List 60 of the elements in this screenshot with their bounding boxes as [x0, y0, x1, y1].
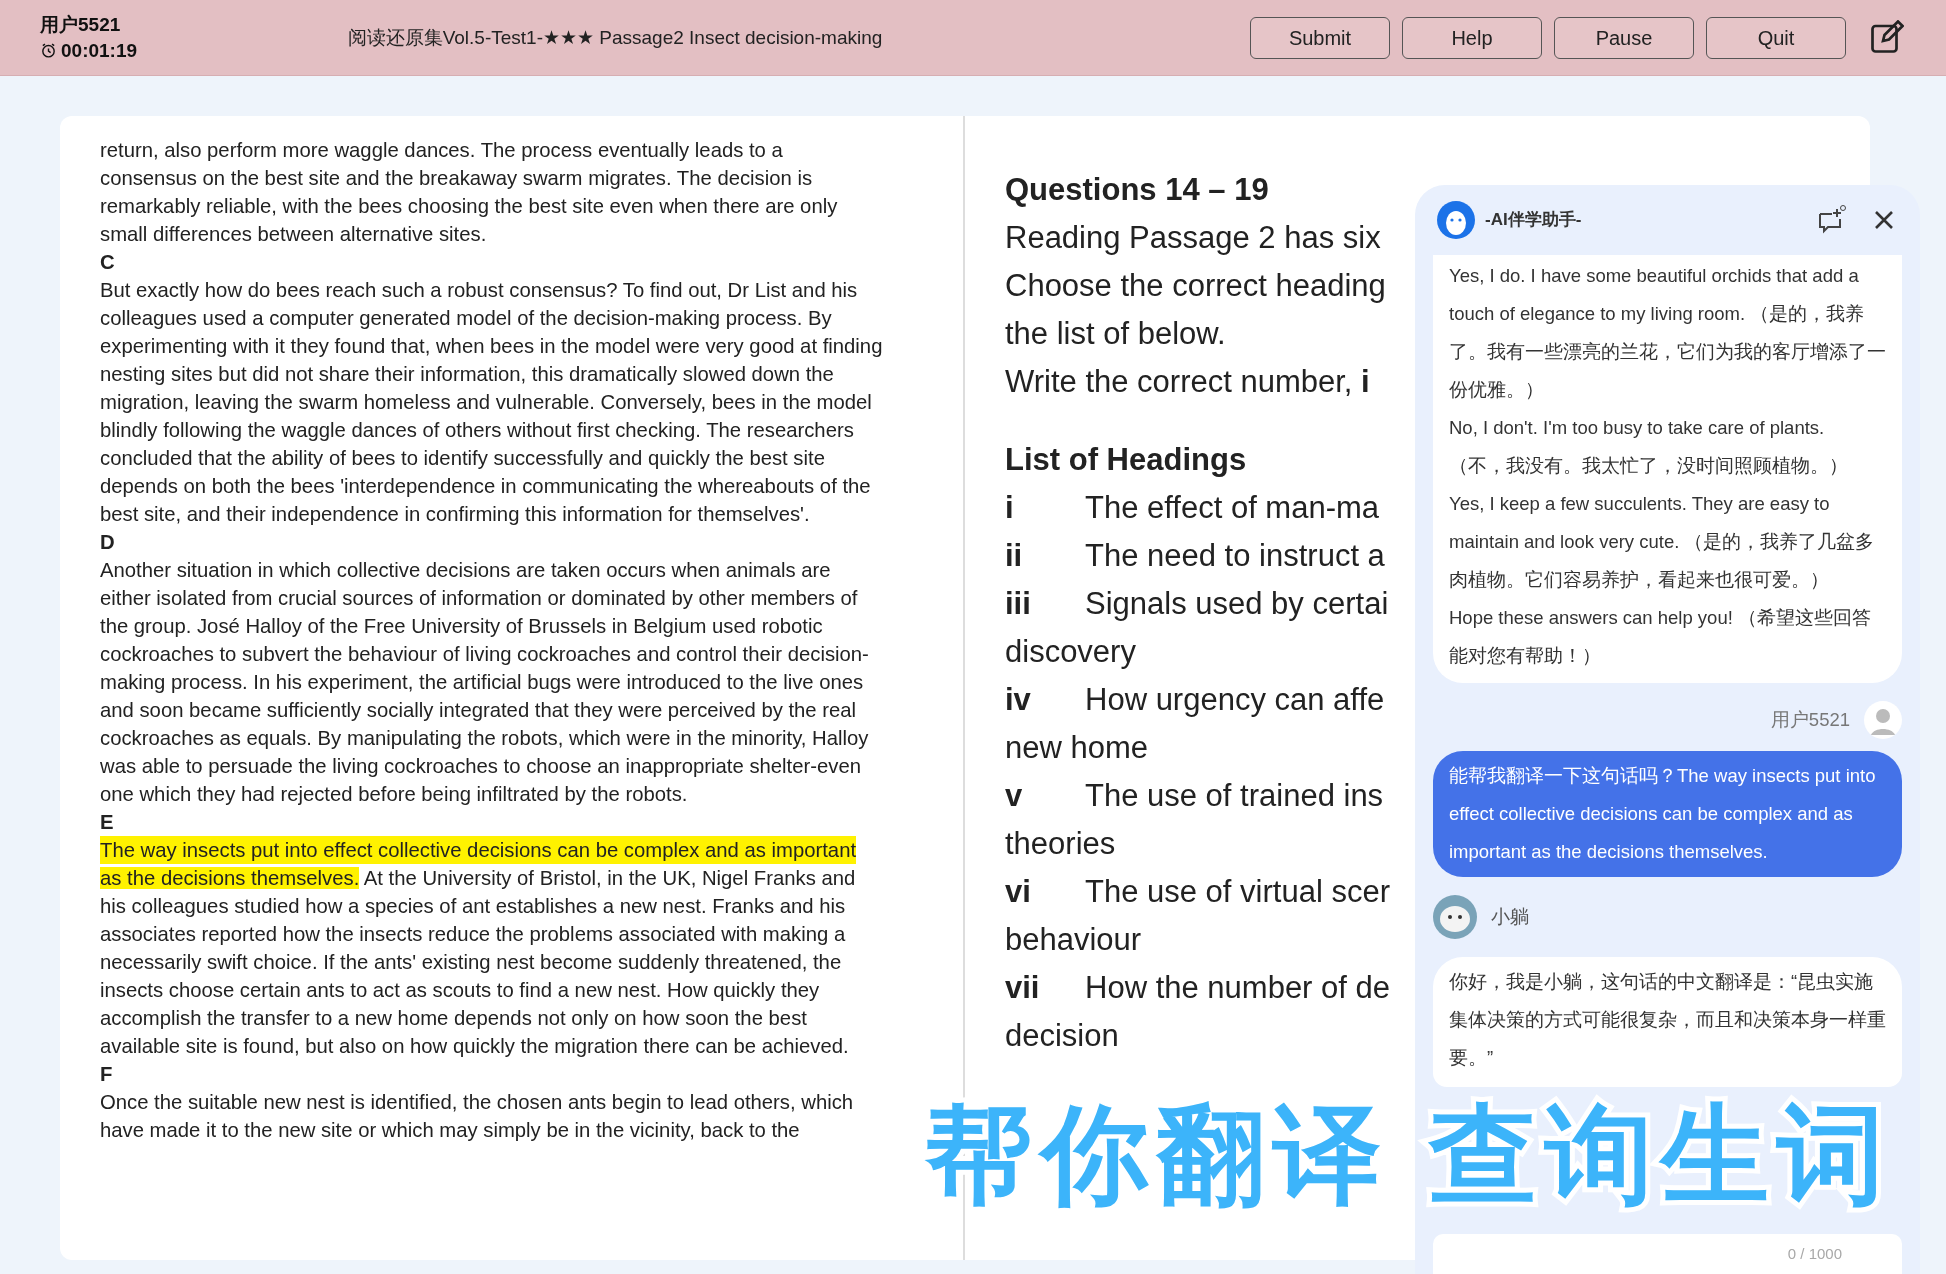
heading-numeral: ii — [1005, 537, 1024, 575]
user-name: 用户5521 — [40, 12, 122, 37]
timer: 00:01:19 — [61, 38, 138, 63]
assistant-avatar-icon — [1437, 201, 1475, 239]
overlay-caption: 帮你翻译 — [925, 1093, 1389, 1217]
heading-text: The need to instruct a — [1085, 537, 1385, 575]
message-text: Hope these answers can help you! （希望这些回答能对您有帮助！） — [1449, 606, 1872, 668]
bot-avatar-icon — [1433, 895, 1477, 939]
heading-numeral: iv — [1005, 681, 1032, 719]
toolbar-button[interactable]: Quit — [1706, 16, 1846, 59]
heading-numeral: vi — [1005, 873, 1032, 911]
passage-text: return, also perform more waggle dances. The process eventually leads to a consensus on the best site and the breakaway swarm migrates. The decision is remarkably reliable, with the bees choosing the best site even when there are only small differences between alternative sites. — [100, 139, 838, 245]
sender-name: 小躺 — [1491, 905, 1529, 929]
chat-title: -AI伴学助手- — [1485, 209, 1582, 232]
heading-text: How the number of de — [1085, 969, 1390, 1007]
heading-text: Signals used by certai — [1085, 585, 1389, 623]
heading-text: The use of virtual scer — [1085, 873, 1390, 911]
heading-text: decision — [1005, 1017, 1119, 1055]
heading-numeral: v — [1005, 777, 1024, 815]
passage-text: his colleagues studied how a species of ant establishes a new nest. Franks and his associates reported how the insects reduce the problems associated with making a necessarily swift choice. If the ants' existing nest become suddenly threatened, the insects choose certain ants to act as scouts to find a new nest. How quickly they accomplish the transfer to a new home depends not only on how soon the best available site is found, but also on how quickly the migration there can be achieved. — [100, 895, 849, 1057]
highlighted-sentence: The way insects put into effect collective decisions can be complex and as important — [100, 836, 857, 864]
alarm-clock-icon — [40, 42, 57, 59]
heading-text: theories — [1005, 825, 1116, 863]
user-avatar-icon — [1864, 701, 1902, 739]
exam-title: 阅读还原集Vol.5-Test1-★★★ Passage2 Insect decision-making — [346, 25, 884, 50]
heading-text: How urgency can affe — [1085, 681, 1385, 719]
instruction-text: Write the correct number, i — [1005, 363, 1370, 401]
heading-numeral: i — [1005, 489, 1015, 527]
instruction-text: the list of below. — [1005, 315, 1226, 353]
passage-text: Once the suitable new nest is identified, the chosen ants begin to lead others, which have made it to the new site or which may simply be in the vicinity, back to the — [100, 1091, 854, 1141]
passage-text: Another situation in which collective decisions are taken occurs when animals are either isolated from crucial sources of information or dominated by other members of the group. José Halloy of the Free University of Brussels in Belgium used robotic cockroaches to subvert the behaviour of living cockroaches and control their decision-making process. In his experiment, the artificial bugs were introduced to the live ones and soon became sufficiently socially integrated that they were perceived by the real cockroaches as equals. By manipulating the robots, which were in the minority, Halloy was able to persuade the living cockroaches to choose an inappropriate shelter-even one which they had rejected before being infiltrated by the robots. — [100, 559, 869, 805]
toolbar-button[interactable]: Help — [1402, 16, 1542, 59]
heading-text: The effect of man-ma — [1085, 489, 1380, 527]
message-text: 你好，我是小躺，这句话的中文翻译是：“昆虫实施集体决策的方式可能很复杂，而且和决策本身一样重要。” — [1449, 970, 1886, 1070]
instruction-text: Reading Passage 2 has six — [1005, 219, 1381, 257]
section-letter: D — [100, 530, 116, 555]
heading-numeral: iii — [1005, 585, 1032, 623]
section-letter: F — [100, 1062, 114, 1087]
passage-text: At the University of Bristol, in the UK, Nigel Franks and — [362, 867, 856, 889]
section-letter: C — [100, 250, 116, 275]
heading-text: new home — [1005, 729, 1149, 767]
heading-numeral: vii — [1005, 969, 1041, 1007]
overlay-caption: 查询生词 — [1429, 1093, 1893, 1217]
sender-name: 用户5521 — [1770, 708, 1850, 732]
message-text: Yes, I do. I have some beautiful orchids that add a touch of elegance to my living room. （是的，我养了。我有一些漂亮的兰花，它们为我的客厅增添了一份优雅。） — [1449, 264, 1886, 402]
heading-text: discovery — [1005, 633, 1136, 671]
message-text: 能帮我翻译一下这句话吗？The way insects put into effect collective decisions can be complex and as important as the decisions themselves. — [1449, 764, 1877, 864]
heading-text: behaviour — [1005, 921, 1142, 959]
section-letter: E — [100, 810, 115, 835]
heading-text: The use of trained ins — [1085, 777, 1384, 815]
toolbar-button[interactable]: Submit — [1250, 16, 1390, 59]
message-text: No, I don't. I'm too busy to take care of plants. （不，我没有。我太忙了，没时间照顾植物。） — [1449, 416, 1849, 478]
message-text: Yes, I keep a few succulents. They are easy to maintain and look very cute. （是的，我养了几盆多肉植物。它们容易养护，看起来也很可爱。） — [1449, 492, 1876, 592]
questions-title: Questions 14 – 19 — [1005, 171, 1269, 209]
passage-text: But exactly how do bees reach such a robust consensus? To find out, Dr List and his colleagues used a computer generated model of the decision-making process. By experimenting with it they found that, when bees in the model were very good at finding nesting sites but did not share their information, this dramatically slowed down the migration, leaving the swarm homeless and vulnerable. Conversely, bees in the model blindly following the waggle dances of others without first checking. The researchers concluded that the ability of bees to identify successfully and quickly the best site depends on both the bees 'interdependence in communicating the whereabouts of the best site, and their independence in confirming this information for themselves'. — [100, 279, 883, 525]
headings-title: List of Headings — [1005, 441, 1247, 479]
instruction-text: Choose the correct heading — [1005, 267, 1386, 305]
highlighted-sentence: as the decisions themselves. — [100, 867, 360, 889]
toolbar-button[interactable]: Pause — [1554, 16, 1694, 59]
character-counter: 0 / 1000 — [1787, 1243, 1842, 1264]
